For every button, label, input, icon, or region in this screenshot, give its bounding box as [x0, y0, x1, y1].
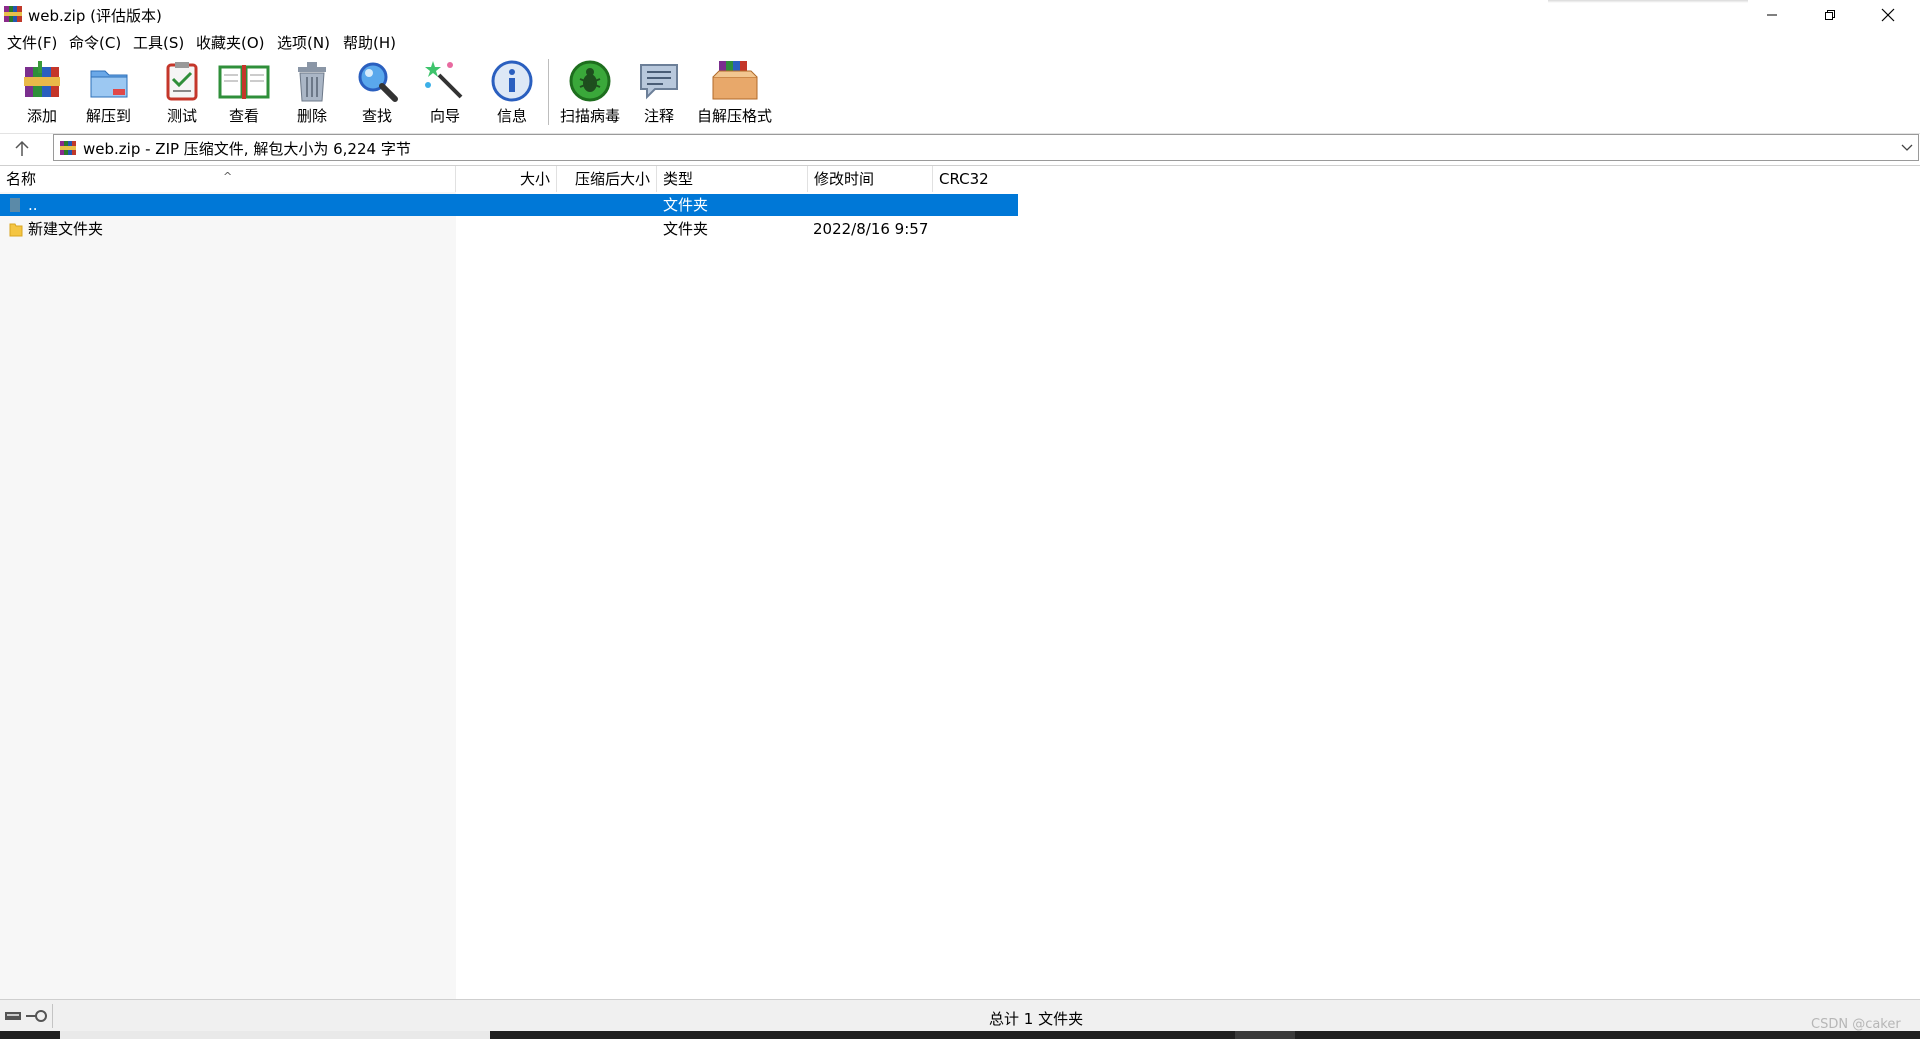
toolbar-view-button[interactable]: 查看 — [218, 59, 270, 129]
sort-ascending-icon: ^ — [223, 170, 233, 183]
up-arrow-icon[interactable] — [10, 138, 34, 160]
column-header-crc[interactable]: CRC32 — [933, 166, 1018, 192]
column-header-type[interactable]: 类型 — [657, 166, 808, 192]
file-list[interactable]: 名称 ^ 大小 压缩后大小 类型 修改时间 CRC32 .. 文件夹 新建文件夹 — [0, 165, 1920, 1000]
toolbar-add-label: 添加 — [26, 107, 57, 125]
toolbar-delete-button[interactable]: 删除 — [290, 59, 334, 129]
toolbar-sfx-label: 自解压格式 — [697, 107, 773, 125]
address-text: web.zip - ZIP 压缩文件, 解包大小为 6,224 字节 — [83, 140, 411, 158]
extract-to-icon — [90, 70, 127, 98]
chevron-down-icon[interactable] — [1900, 141, 1914, 155]
menu-options[interactable]: 选项(N) — [277, 32, 330, 53]
menu-help[interactable]: 帮助(H) — [343, 32, 396, 53]
toolbar-test-button[interactable]: 测试 — [160, 59, 204, 129]
row-name: 新建文件夹 — [28, 220, 104, 238]
taskbar-segment — [1235, 1031, 1295, 1039]
table-row-parent[interactable]: .. 文件夹 — [0, 194, 1018, 216]
table-row-folder[interactable]: 新建文件夹 文件夹 2022/8/16 9:57 — [0, 218, 1018, 240]
column-header-size[interactable]: 大小 — [456, 166, 557, 192]
column-header-name[interactable]: 名称 ^ — [0, 166, 456, 192]
column-type-label: 类型 — [663, 170, 694, 188]
column-header-modified[interactable]: 修改时间 — [808, 166, 933, 192]
toolbar-view-label: 查看 — [228, 107, 259, 125]
row-modified: 2022/8/16 9:57 — [813, 220, 929, 238]
toolbar: 添加 解压到 测试 查看 删除 查找 向导 信息 扫描病毒 注释 自解压格式 — [0, 53, 1920, 134]
test-icon — [166, 62, 198, 101]
virus-scan-icon — [569, 60, 611, 102]
row-type: 文件夹 — [663, 220, 709, 238]
add-archive-icon — [24, 61, 60, 97]
parent-folder-icon — [10, 198, 20, 212]
menu-tools[interactable]: 工具(S) — [133, 32, 184, 53]
window-title: web.zip (评估版本) — [28, 7, 162, 25]
column-packed-label: 压缩后大小 — [574, 170, 650, 188]
toolbar-extract-label: 解压到 — [86, 107, 132, 125]
toolbar-info-button[interactable]: 信息 — [490, 59, 534, 129]
drive-key-icon[interactable] — [4, 1008, 48, 1024]
toolbar-comment-button[interactable]: 注释 — [637, 59, 681, 129]
title-bar: web.zip (评估版本) — [0, 0, 1920, 30]
column-crc-label: CRC32 — [939, 170, 989, 188]
info-icon — [491, 60, 533, 102]
magnifier-icon — [358, 62, 398, 102]
menu-file[interactable]: 文件(F) — [7, 32, 57, 53]
column-name-label: 名称 — [6, 170, 37, 188]
trash-icon — [298, 62, 326, 102]
toolbar-scan-label: 扫描病毒 — [560, 107, 621, 125]
toolbar-wizard-button[interactable]: 向导 — [423, 59, 467, 129]
row-name: .. — [28, 196, 38, 214]
sfx-box-icon — [712, 61, 757, 100]
minimize-button[interactable] — [1743, 0, 1801, 30]
toolbar-test-label: 测试 — [166, 107, 197, 125]
column-modified-label: 修改时间 — [814, 170, 875, 188]
column-size-label: 大小 — [519, 170, 550, 188]
column-header-packed[interactable]: 压缩后大小 — [557, 166, 657, 192]
menu-bar: 文件(F) 命令(C) 工具(S) 收藏夹(O) 选项(N) 帮助(H) — [0, 30, 1920, 53]
name-column-background — [0, 192, 456, 1000]
address-row: web.zip - ZIP 压缩文件, 解包大小为 6,224 字节 — [0, 133, 1920, 163]
toolbar-add-button[interactable]: 添加 — [20, 59, 64, 129]
taskbar-segment — [60, 1031, 490, 1039]
close-button[interactable] — [1859, 0, 1917, 30]
status-bar: 总计 1 文件夹 CSDN @caker — [0, 999, 1920, 1032]
toolbar-delete-label: 删除 — [296, 107, 327, 125]
close-icon — [1881, 8, 1895, 22]
archive-icon — [60, 141, 76, 155]
watermark: CSDN @caker — [1811, 1017, 1901, 1032]
wizard-wand-icon — [425, 61, 463, 99]
status-text: 总计 1 文件夹 — [989, 1010, 1084, 1028]
minimize-icon — [1767, 14, 1777, 16]
toolbar-find-label: 查找 — [361, 107, 392, 125]
toolbar-comment-label: 注释 — [643, 107, 674, 125]
toolbar-extract-button[interactable]: 解压到 — [86, 59, 131, 129]
folder-icon — [9, 223, 23, 237]
address-combobox[interactable]: web.zip - ZIP 压缩文件, 解包大小为 6,224 字节 — [53, 134, 1919, 161]
toolbar-scan-button[interactable]: 扫描病毒 — [560, 59, 620, 129]
restore-icon — [1825, 10, 1835, 20]
menu-favorites[interactable]: 收藏夹(O) — [196, 32, 265, 53]
winrar-app-icon[interactable] — [3, 4, 23, 24]
row-type: 文件夹 — [663, 196, 709, 214]
toolbar-find-button[interactable]: 查找 — [355, 59, 399, 129]
status-separator — [52, 1004, 53, 1028]
toolbar-separator — [548, 59, 549, 125]
restore-button[interactable] — [1801, 0, 1859, 30]
toolbar-sfx-button[interactable]: 自解压格式 — [697, 59, 772, 129]
toolbar-wizard-label: 向导 — [429, 107, 460, 125]
menu-commands[interactable]: 命令(C) — [69, 32, 121, 53]
view-book-icon — [218, 65, 270, 99]
toolbar-info-label: 信息 — [496, 107, 527, 125]
shadow-strip — [1548, 0, 1748, 3]
comment-icon — [640, 64, 678, 100]
column-header: 名称 ^ 大小 压缩后大小 类型 修改时间 CRC32 — [0, 166, 1920, 192]
